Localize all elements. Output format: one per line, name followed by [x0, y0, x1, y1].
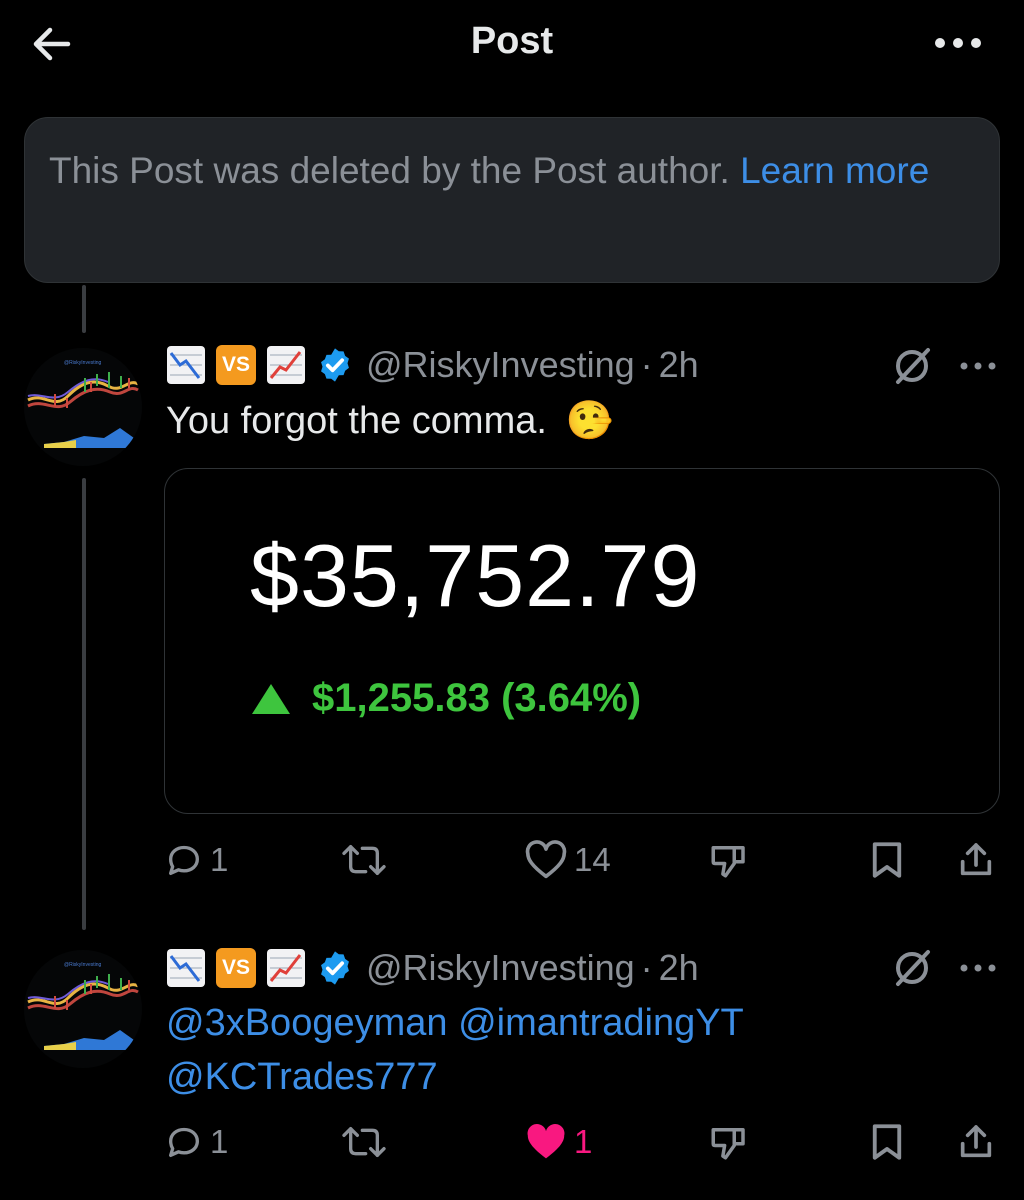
chart-decreasing-icon — [167, 346, 205, 384]
separator: · — [640, 344, 653, 385]
post-text: @3xBoogeyman @imantradingYT @KCTrades777 — [166, 996, 966, 1104]
mention-link[interactable]: @3xBoogeyman — [166, 1002, 448, 1044]
repost-button[interactable] — [340, 830, 394, 890]
repost-icon — [342, 1127, 386, 1157]
reply-count: 1 — [210, 841, 229, 878]
reply-button[interactable]: 1 — [164, 1112, 228, 1172]
avatar[interactable]: @RiskyInvesting — [24, 348, 142, 466]
post-time[interactable]: 2h — [659, 344, 699, 386]
bookmark-button[interactable] — [868, 830, 906, 890]
up-triangle-icon — [252, 683, 290, 714]
chart-increasing-icon — [267, 949, 305, 987]
downvote-button[interactable] — [708, 1112, 750, 1172]
lying-face-emoji: 🤥 — [565, 400, 613, 442]
bookmark-icon — [872, 842, 902, 878]
like-button[interactable]: 14 — [524, 830, 611, 890]
reply-icon — [169, 845, 199, 875]
share-icon — [960, 843, 992, 876]
learn-more-link[interactable]: Learn more — [740, 150, 929, 191]
post-actions: 1 14 — [164, 830, 1004, 890]
deleted-notice-text: This Post was deleted by the Post author… — [49, 150, 741, 191]
verified-badge-icon — [321, 348, 349, 382]
mention-link[interactable]: @KCTrades777 — [166, 1056, 438, 1098]
page-title: Post — [470, 20, 554, 62]
heart-icon — [525, 840, 567, 879]
reply-icon — [169, 1127, 199, 1157]
vs-badge: VS — [216, 948, 256, 988]
like-count: 14 — [574, 841, 611, 878]
post-text: You forgot the comma. 🤥 — [166, 394, 613, 448]
downvote-button[interactable] — [708, 830, 750, 890]
author-handle[interactable]: @RiskyInvesting — [366, 947, 635, 989]
thumbs-down-icon — [711, 1128, 745, 1160]
post-header: VS @RiskyInvesting · 2h — [166, 340, 699, 390]
post-header: VS @RiskyInvesting · 2h — [166, 943, 699, 993]
repost-icon — [342, 845, 386, 875]
bookmark-button[interactable] — [868, 1112, 906, 1172]
quote-card[interactable] — [164, 468, 1000, 814]
share-button[interactable] — [956, 830, 996, 890]
more-options-icon[interactable] — [932, 28, 984, 58]
vs-badge: VS — [216, 345, 256, 385]
price-change: $1,255.83 (3.64%) — [250, 676, 641, 721]
svg-text:@RiskyInvesting: @RiskyInvesting — [64, 962, 102, 968]
reply-button[interactable]: 1 — [164, 830, 228, 890]
repost-button[interactable] — [340, 1112, 394, 1172]
post-actions: 1 1 — [164, 1112, 1004, 1172]
mention-link[interactable]: @imantradingYT — [458, 1002, 744, 1044]
grok-icon[interactable] — [890, 344, 934, 388]
price-change-text: $1,255.83 (3.64%) — [312, 676, 642, 720]
price-value: $35,752.79 — [250, 526, 701, 625]
post-more-icon[interactable] — [958, 356, 998, 376]
author-handle[interactable]: @RiskyInvesting — [366, 344, 635, 386]
heart-filled-icon — [527, 1123, 565, 1159]
post-time[interactable]: 2h — [659, 947, 699, 989]
like-button[interactable]: 1 — [524, 1112, 592, 1172]
post-more-icon[interactable] — [958, 958, 998, 978]
grok-icon[interactable] — [890, 946, 934, 990]
reply-count: 1 — [210, 1123, 229, 1160]
deleted-post-notice: This Post was deleted by the Post author… — [24, 117, 1000, 283]
chart-increasing-icon — [267, 346, 305, 384]
like-count: 1 — [574, 1123, 593, 1160]
bookmark-icon — [872, 1124, 902, 1160]
separator: · — [640, 947, 653, 988]
share-icon — [960, 1125, 992, 1158]
avatar[interactable]: @RiskyInvesting — [24, 950, 142, 1068]
share-button[interactable] — [956, 1112, 996, 1172]
chart-decreasing-icon — [167, 949, 205, 987]
verified-badge-icon — [321, 951, 349, 985]
thread-line — [82, 478, 86, 930]
svg-text:@RiskyInvesting: @RiskyInvesting — [64, 360, 102, 366]
post-text-content: You forgot the comma. — [166, 400, 547, 442]
thumbs-down-icon — [711, 846, 745, 878]
thread-line — [82, 285, 86, 333]
